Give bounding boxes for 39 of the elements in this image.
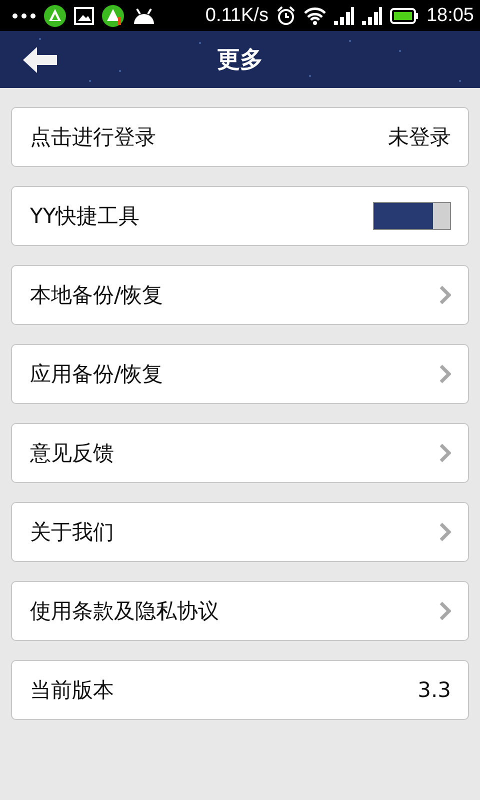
settings-row[interactable]: 当前版本 3.3: [11, 660, 469, 720]
wifi-icon: [304, 6, 326, 24]
row-label: 使用条款及隐私协议: [30, 598, 220, 625]
toggle-switch[interactable]: [373, 202, 451, 230]
row-label: 应用备份/恢复: [30, 361, 164, 388]
page-title: 更多: [217, 46, 263, 75]
clock: 18:05: [426, 4, 474, 26]
row-value: 3.3: [418, 678, 451, 702]
signal-icon: [334, 6, 354, 24]
row-label: 点击进行登录: [30, 124, 157, 151]
settings-row[interactable]: 点击进行登录 未登录: [11, 107, 469, 167]
battery-icon: [390, 8, 418, 24]
row-label: 意见反馈: [30, 440, 115, 467]
settings-row[interactable]: 意见反馈: [11, 423, 469, 483]
chevron-right-icon: [439, 601, 451, 621]
image-icon: [74, 6, 94, 24]
left-arrow-icon: [23, 47, 57, 73]
row-label: YY快捷工具: [30, 203, 141, 230]
network-speed: 0.11K/s: [205, 4, 268, 26]
row-label: 本地备份/恢复: [30, 282, 164, 309]
row-value: 未登录: [388, 124, 451, 151]
more-icon: [12, 12, 36, 18]
row-label: 当前版本: [30, 677, 115, 704]
signal-icon: [362, 6, 382, 24]
settings-row[interactable]: 关于我们: [11, 502, 469, 562]
row-label: 关于我们: [30, 519, 115, 546]
settings-row[interactable]: 应用备份/恢复: [11, 344, 469, 404]
settings-row[interactable]: 使用条款及隐私协议: [11, 581, 469, 641]
alarm-icon: [276, 6, 296, 26]
app-icon: [102, 4, 124, 26]
back-button[interactable]: [22, 47, 58, 73]
settings-row[interactable]: 本地备份/恢复: [11, 265, 469, 325]
chevron-right-icon: [439, 285, 451, 305]
app-icon: [44, 4, 66, 26]
settings-row[interactable]: YY快捷工具: [11, 186, 469, 246]
chevron-right-icon: [439, 522, 451, 542]
chevron-right-icon: [439, 364, 451, 384]
android-icon: [132, 8, 156, 24]
chevron-right-icon: [439, 443, 451, 463]
